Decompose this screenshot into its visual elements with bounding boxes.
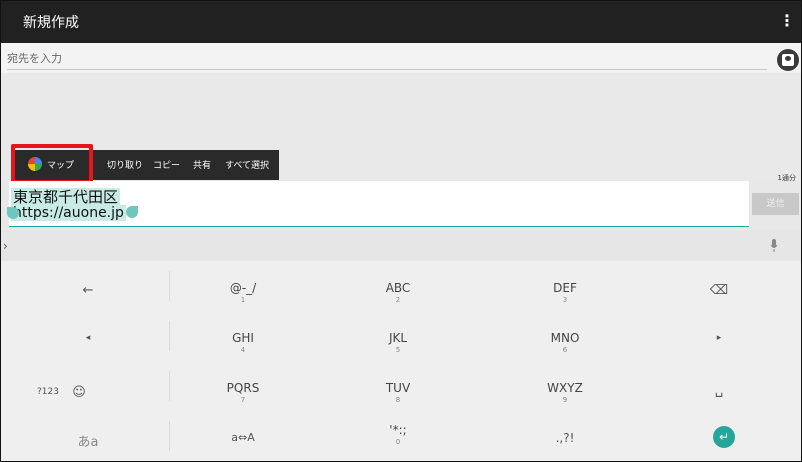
caret-left-icon: ◂	[85, 333, 91, 343]
compose-text-line-1: 東京都千代田区	[11, 188, 121, 206]
key-back-arrow[interactable]: ←	[11, 267, 165, 317]
key-input-mode[interactable]: あa	[11, 415, 165, 461]
message-counter: 1通分	[777, 174, 796, 182]
key-1[interactable]: @-_/1	[166, 267, 320, 317]
backspace-icon: ⌫	[709, 283, 729, 298]
key-label: MNO	[550, 331, 580, 345]
key-case-toggle[interactable]: a⇔A	[166, 415, 320, 461]
key-punctuation[interactable]: .,?!	[488, 415, 642, 461]
highlight-box	[11, 144, 93, 184]
key-0[interactable]: '*:; 0	[321, 409, 475, 459]
key-cursor-left[interactable]: ◂	[11, 317, 165, 367]
send-button[interactable]: 送信	[752, 193, 799, 215]
key-sublabel: 7	[240, 396, 246, 404]
key-sublabel: 2	[395, 296, 401, 304]
key-label: PQRS	[226, 381, 260, 395]
selection-start-handle[interactable]	[7, 207, 19, 219]
key-sublabel: 8	[395, 396, 401, 404]
key-label: あa	[77, 435, 99, 450]
selection-end-handle[interactable]	[126, 206, 138, 218]
key-5[interactable]: JKL 5	[321, 317, 475, 367]
keyboard-toolbar: ›	[1, 231, 801, 261]
page-title: 新規作成	[23, 15, 79, 31]
recipient-input[interactable]	[7, 47, 767, 70]
selection-cut-button[interactable]: 切り取り	[107, 158, 143, 171]
key-label: GHI	[232, 331, 254, 345]
key-label: ABC	[385, 281, 411, 295]
enter-button[interactable]: ↵	[713, 426, 735, 448]
space-icon: ␣	[714, 383, 724, 398]
key-sublabel: 5	[395, 346, 401, 354]
key-label: .,?!	[555, 431, 575, 445]
key-label: '*:;	[389, 423, 407, 437]
key-sublabel: 0	[395, 438, 401, 446]
key-label: a⇔A	[231, 431, 255, 444]
key-4[interactable]: GHI 4	[166, 317, 320, 367]
key-emoji[interactable]: ☺	[54, 369, 104, 419]
chevron-right-icon[interactable]: ›	[3, 239, 8, 253]
key-space[interactable]: ␣	[642, 367, 796, 417]
caret-right-icon: ▸	[716, 333, 722, 343]
key-7[interactable]: PQRS 7	[166, 367, 320, 417]
key-9[interactable]: WXYZ 9	[488, 367, 642, 417]
overflow-menu-icon[interactable]: ⋮	[779, 11, 795, 31]
key-6[interactable]: MNO 6	[488, 317, 642, 367]
selection-select-all-button[interactable]: すべて選択	[225, 158, 269, 171]
key-sublabel: 1	[240, 296, 246, 304]
contact-picker-icon[interactable]	[777, 49, 799, 71]
selection-share-button[interactable]: 共有	[193, 158, 211, 171]
key-label: TUV	[385, 381, 411, 395]
emoji-icon: ☺	[72, 385, 86, 400]
selection-copy-button[interactable]: コピー	[153, 158, 180, 171]
key-sublabel: 6	[562, 346, 568, 354]
screen: 新規作成 ⋮ マップ 切り取り コピー 共有 すべて選択 1通分 東京都千代田区…	[0, 0, 802, 462]
key-label: DEF	[553, 281, 577, 295]
key-sublabel: 3	[562, 296, 568, 304]
key-3[interactable]: DEF 3	[488, 267, 642, 317]
key-cursor-right[interactable]: ▸	[642, 317, 796, 367]
key-sublabel: 9	[562, 396, 568, 404]
key-2[interactable]: ABC 2	[321, 267, 475, 317]
key-label: JKL	[388, 331, 408, 345]
app-bar: 新規作成 ⋮	[1, 1, 801, 43]
key-sublabel: 4	[240, 346, 246, 354]
key-label: WXYZ	[547, 381, 583, 395]
compose-text-line-2: https://auone.jp	[11, 205, 126, 221]
recipient-row	[1, 43, 801, 73]
key-backspace[interactable]: ⌫	[642, 267, 796, 317]
key-label: @-_/	[229, 281, 257, 295]
microphone-icon[interactable]	[770, 239, 778, 253]
back-arrow-icon: ←	[82, 283, 94, 298]
